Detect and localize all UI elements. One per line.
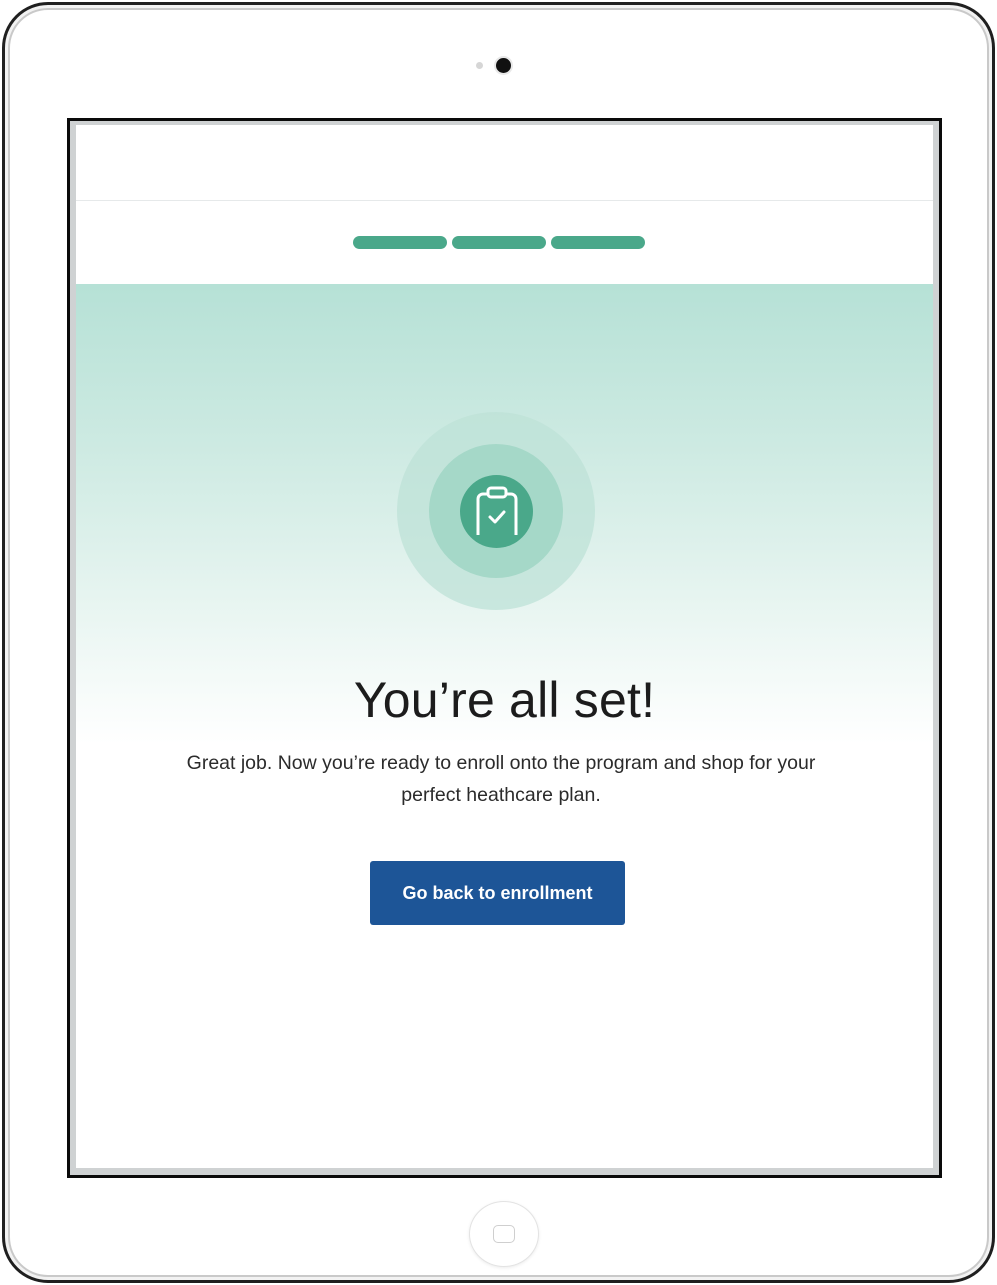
go-back-to-enrollment-button[interactable]: Go back to enrollment bbox=[370, 861, 625, 925]
progress-step-2 bbox=[452, 236, 546, 249]
ambient-sensor bbox=[476, 62, 483, 69]
progress-step-1 bbox=[353, 236, 447, 249]
progress-step-3 bbox=[551, 236, 645, 249]
confirmation-title: You’re all set! bbox=[353, 672, 656, 728]
step-progress bbox=[353, 236, 645, 249]
front-camera-icon bbox=[496, 58, 511, 73]
confirmation-message: Great job. Now you’re ready to enroll on… bbox=[186, 752, 816, 806]
tablet-frame: You’re all set! Great job. Now you’re re… bbox=[2, 2, 995, 1283]
screen-bezel: You’re all set! Great job. Now you’re re… bbox=[67, 118, 942, 1178]
app-screen: You’re all set! Great job. Now you’re re… bbox=[76, 125, 933, 1168]
icon-badge bbox=[460, 475, 533, 548]
clipboard-check-icon bbox=[476, 486, 517, 535]
top-bar bbox=[76, 125, 933, 201]
home-square-icon bbox=[493, 1225, 515, 1243]
home-button[interactable] bbox=[469, 1201, 539, 1267]
